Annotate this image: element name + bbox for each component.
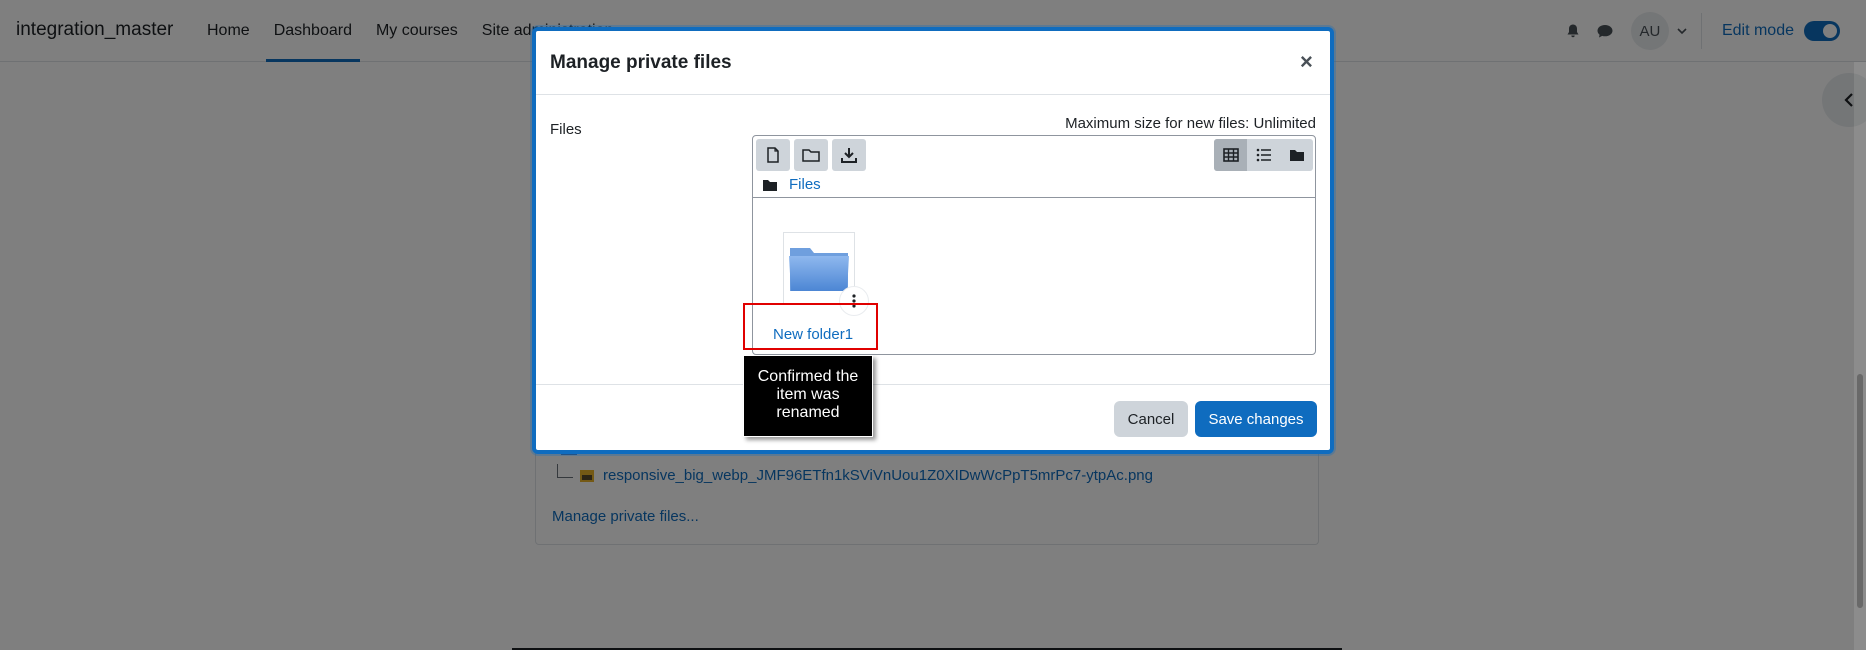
add-file-button[interactable] xyxy=(756,139,790,171)
files-field-label: Files xyxy=(550,121,582,138)
close-icon[interactable]: × xyxy=(1300,51,1313,73)
grid-view-icon[interactable] xyxy=(1214,139,1247,171)
breadcrumb: Files xyxy=(763,176,821,193)
file-icon xyxy=(767,147,779,163)
modal-header: Manage private files × xyxy=(536,31,1330,95)
create-folder-button[interactable] xyxy=(794,139,828,171)
cancel-button[interactable]: Cancel xyxy=(1114,401,1188,437)
view-mode-switcher xyxy=(1214,139,1313,171)
annotation-highlight xyxy=(743,303,878,350)
max-size-info: Maximum size for new files: Unlimited xyxy=(1065,115,1316,132)
scrollbar-thumb[interactable] xyxy=(1857,374,1863,608)
page-scrollbar[interactable] xyxy=(1854,62,1866,650)
folder-icon xyxy=(789,248,849,291)
breadcrumb-files[interactable]: Files xyxy=(789,176,821,193)
folder-icon xyxy=(763,179,777,191)
annotation-callout: Confirmed the item was renamed xyxy=(743,355,873,437)
folder-outline-icon xyxy=(802,149,820,162)
file-manager-toolbar: Files xyxy=(753,136,1315,198)
modal-title: Manage private files xyxy=(550,52,732,73)
modal-footer: Cancel Save changes xyxy=(536,384,1330,450)
download-icon xyxy=(841,148,857,163)
list-view-icon[interactable] xyxy=(1247,139,1280,171)
manage-private-files-dialog: Manage private files × Files Maximum siz… xyxy=(532,27,1334,454)
download-button[interactable] xyxy=(832,139,866,171)
save-changes-button[interactable]: Save changes xyxy=(1195,401,1317,437)
tree-view-icon[interactable] xyxy=(1280,139,1313,171)
